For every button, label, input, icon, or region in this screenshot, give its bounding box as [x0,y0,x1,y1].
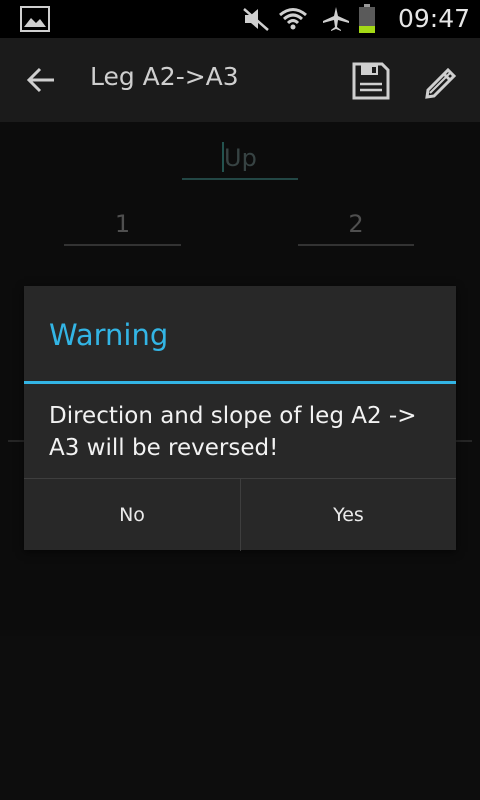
edit-icon[interactable] [420,60,462,102]
mute-icon [243,8,269,31]
gallery-icon [20,6,50,32]
dialog-message: Direction and slope of leg A2 -> A3 will… [49,403,417,461]
dialog-title-divider [24,381,456,384]
dialog-button-row: No Yes [24,478,456,551]
page-title: Leg A2->A3 [90,62,239,91]
wifi-icon [279,8,307,30]
status-bar: 09:47 [0,0,480,38]
battery-icon [359,4,375,33]
save-icon[interactable] [350,60,392,102]
action-bar: Leg A2->A3 [0,38,480,122]
yes-button[interactable]: Yes [240,479,456,551]
back-arrow-icon[interactable] [22,62,60,98]
clock-time: 09:47 [397,4,470,33]
warning-dialog: Warning Direction and slope of leg A2 ->… [24,286,456,551]
no-button[interactable]: No [24,479,240,551]
dialog-title: Warning [49,318,169,352]
airplane-icon [323,7,349,31]
